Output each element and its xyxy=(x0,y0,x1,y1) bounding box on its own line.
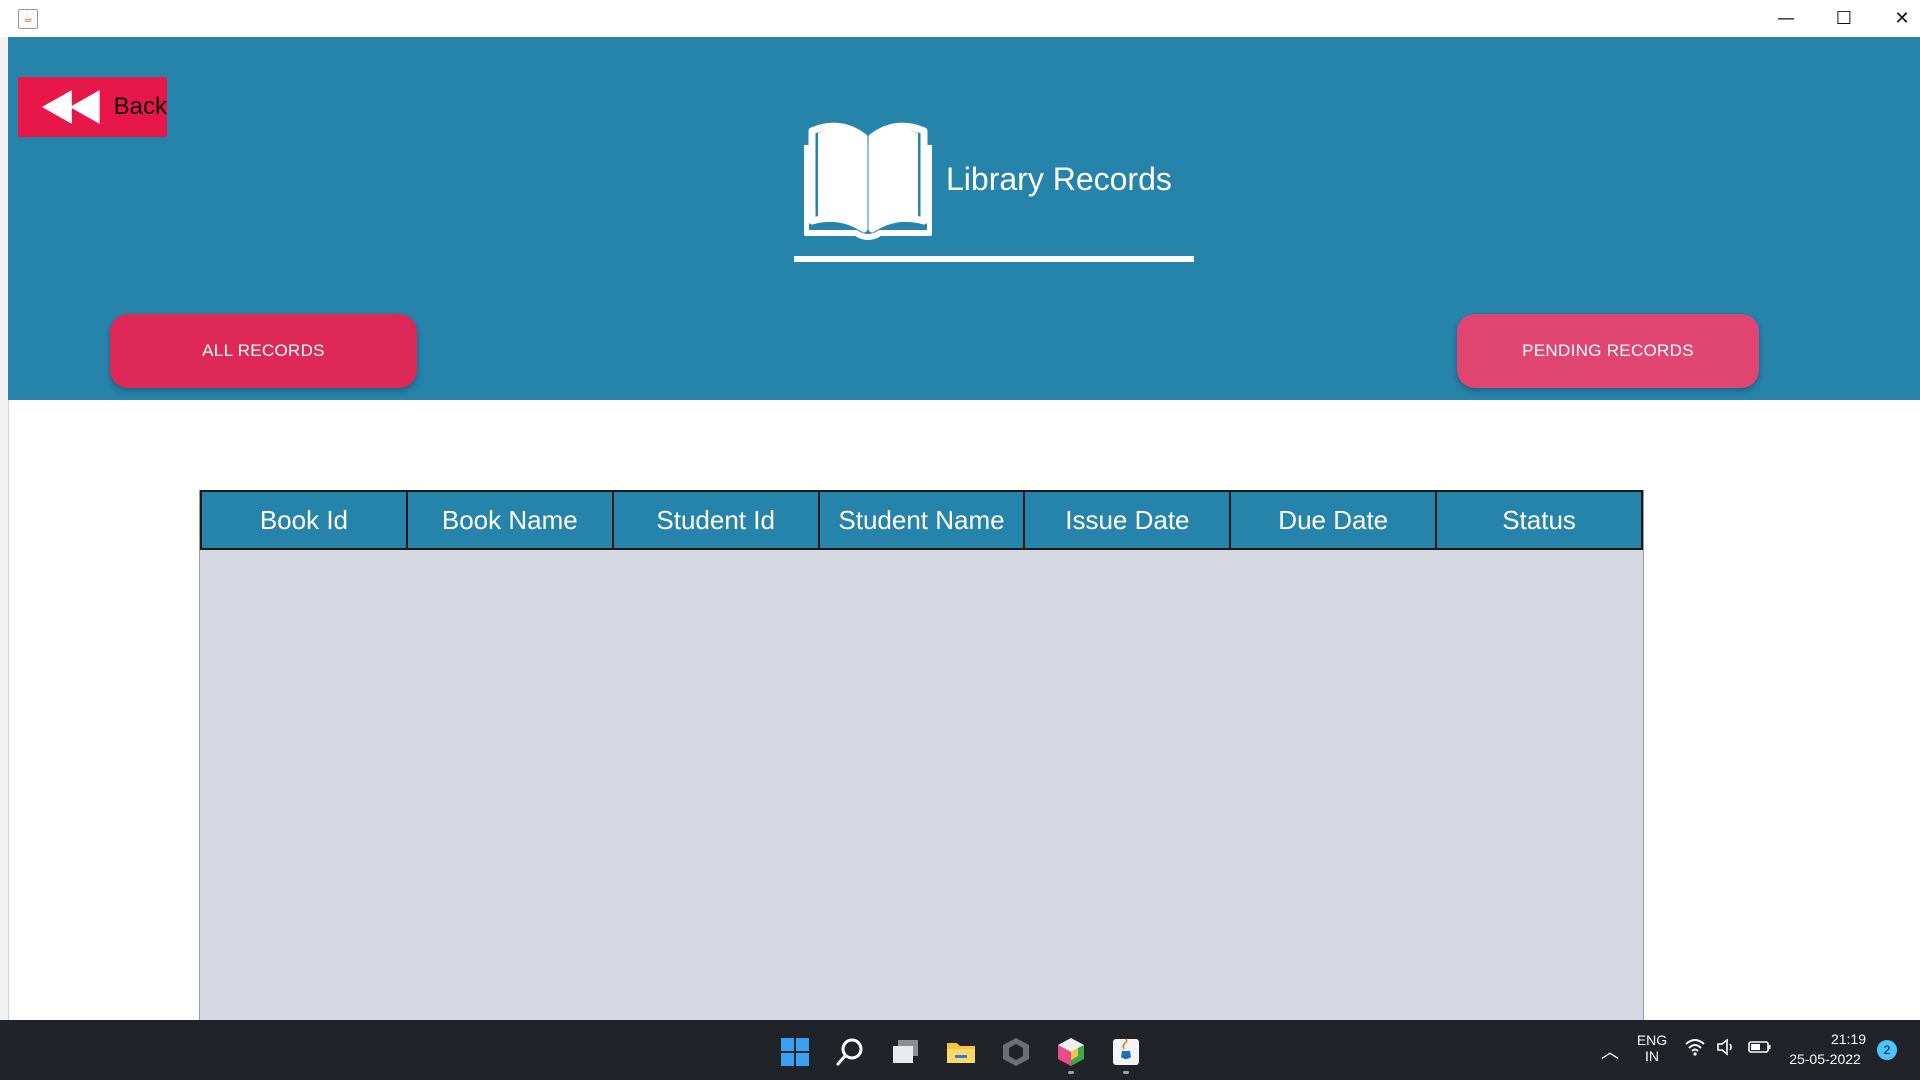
file-explorer-icon[interactable] xyxy=(946,1037,976,1067)
close-button[interactable]: ✕ xyxy=(1874,0,1920,37)
java-running-indicator xyxy=(1123,1071,1129,1074)
records-table[interactable]: Book Id Book Name Student Id Student Nam… xyxy=(199,490,1644,1020)
rewind-icon xyxy=(42,90,100,124)
clock-time: 21:19 xyxy=(1830,1031,1866,1047)
back-label: Back xyxy=(113,93,167,120)
title-underline xyxy=(794,256,1194,262)
clock[interactable]: 21:19 25-05-2022 xyxy=(1780,1031,1870,1067)
clock-date: 25-05-2022 xyxy=(1789,1051,1861,1067)
battery-icon[interactable] xyxy=(1748,1036,1772,1058)
page-title: Library Records xyxy=(946,161,1172,197)
window-titlebar: ☕ — ☐ ✕ xyxy=(0,0,1920,38)
java-icon[interactable]: ☕ xyxy=(18,9,38,29)
back-button[interactable]: Back xyxy=(18,77,167,137)
column-header-student-id[interactable]: Student Id xyxy=(614,492,820,548)
table-body[interactable] xyxy=(200,550,1643,1020)
header-panel: Back Library Records ALL RECORDS PENDING… xyxy=(8,37,1920,400)
netbeans-icon[interactable] xyxy=(1056,1037,1086,1067)
open-book-icon xyxy=(804,122,932,240)
wifi-icon[interactable] xyxy=(1684,1036,1706,1058)
pending-records-button[interactable]: PENDING RECORDS xyxy=(1457,314,1759,388)
notification-badge[interactable]: 2 xyxy=(1877,1040,1897,1060)
column-header-due-date[interactable]: Due Date xyxy=(1231,492,1438,548)
column-header-issue-date[interactable]: Issue Date xyxy=(1025,492,1232,548)
netbeans-running-indicator xyxy=(1068,1071,1074,1074)
language-indicator[interactable]: ENG IN xyxy=(1632,1032,1672,1064)
minimize-button[interactable]: — xyxy=(1758,0,1814,37)
column-header-book-id[interactable]: Book Id xyxy=(202,492,408,548)
volume-icon[interactable] xyxy=(1716,1036,1738,1058)
start-icon[interactable] xyxy=(780,1037,810,1067)
chevron-up-icon[interactable]: ︿ xyxy=(1600,1038,1620,1064)
language-line2: IN xyxy=(1645,1048,1659,1064)
table-header: Book Id Book Name Student Id Student Nam… xyxy=(200,490,1643,550)
column-header-status[interactable]: Status xyxy=(1437,492,1641,548)
unity-icon[interactable] xyxy=(1001,1037,1031,1067)
task-view-icon[interactable] xyxy=(891,1037,921,1067)
search-icon[interactable] xyxy=(835,1037,865,1067)
maximize-button[interactable]: ☐ xyxy=(1816,0,1872,37)
column-header-student-name[interactable]: Student Name xyxy=(820,492,1026,548)
all-records-button[interactable]: ALL RECORDS xyxy=(110,314,417,388)
column-header-book-name[interactable]: Book Name xyxy=(408,492,614,548)
language-line1: ENG xyxy=(1636,1032,1668,1048)
java-icon[interactable] xyxy=(1111,1037,1141,1067)
